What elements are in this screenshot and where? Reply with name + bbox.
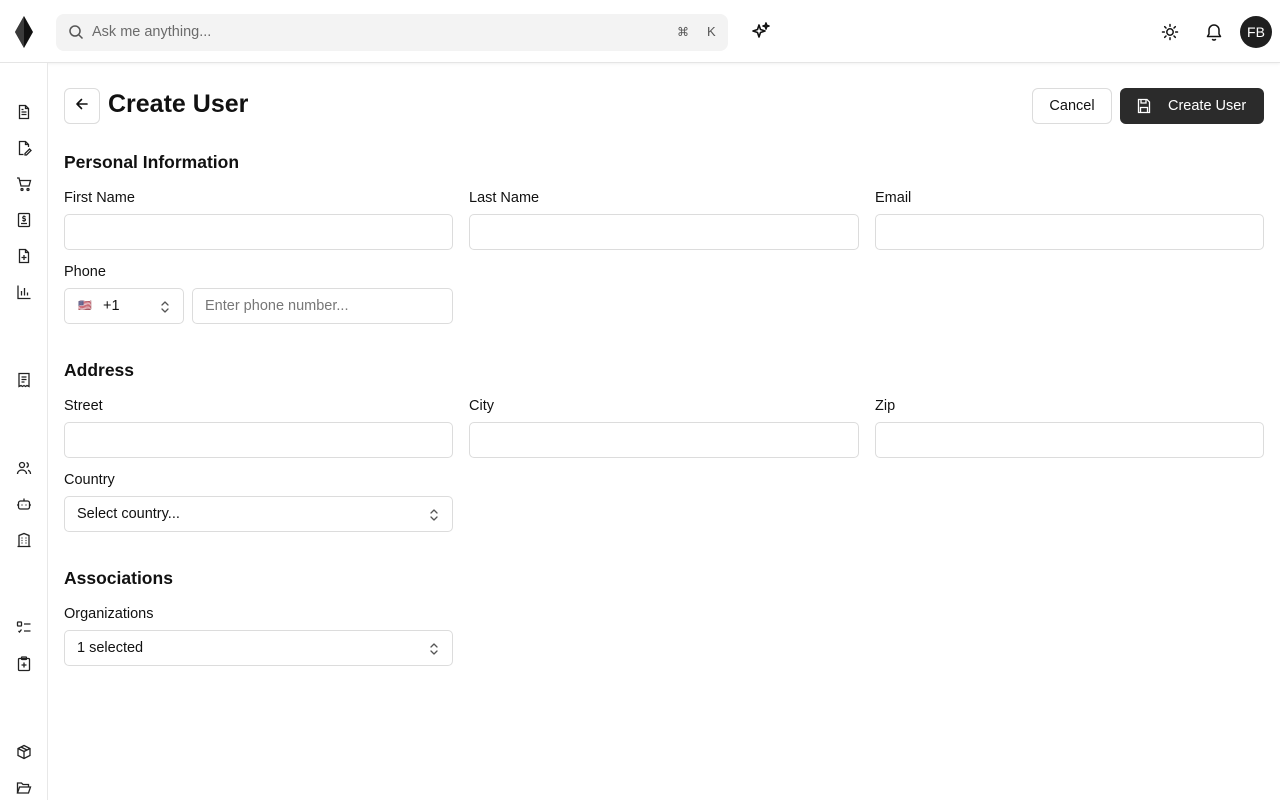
phone-number-placeholder: Enter phone number... xyxy=(205,298,349,314)
document-edit-icon[interactable] xyxy=(16,140,32,156)
country-select[interactable]: Select country... xyxy=(64,496,453,532)
first-name-label: First Name xyxy=(64,190,135,206)
organizations-label: Organizations xyxy=(64,606,154,622)
page-title: Create User xyxy=(108,90,249,118)
ai-sparkle-icon[interactable] xyxy=(751,21,771,41)
user-avatar[interactable]: FB xyxy=(1240,16,1272,48)
search-icon xyxy=(68,24,84,40)
bar-chart-icon[interactable] xyxy=(16,284,32,300)
search-bar[interactable]: Ask me anything... ⌘ K xyxy=(56,14,728,51)
phone-number-input[interactable]: Enter phone number... xyxy=(192,288,453,324)
document-icon[interactable] xyxy=(16,104,32,120)
last-name-label: Last Name xyxy=(469,190,540,206)
create-user-label: Create User xyxy=(1168,98,1247,114)
organizations-select[interactable]: 1 selected xyxy=(64,630,453,666)
save-icon xyxy=(1136,98,1152,114)
bell-icon[interactable] xyxy=(1205,22,1223,42)
chevron-up-down-icon xyxy=(428,642,440,656)
street-input[interactable] xyxy=(64,422,453,458)
checklist-icon[interactable] xyxy=(16,620,32,636)
invoice-icon[interactable] xyxy=(16,212,32,228)
package-icon[interactable] xyxy=(16,744,32,760)
sidebar xyxy=(0,63,48,800)
sun-icon[interactable] xyxy=(1160,22,1180,42)
first-name-input[interactable] xyxy=(64,214,453,250)
organizations-value: 1 selected xyxy=(77,640,144,656)
country-placeholder: Select country... xyxy=(77,506,180,522)
folder-open-icon[interactable] xyxy=(16,780,32,796)
country-label: Country xyxy=(64,472,115,488)
create-user-button[interactable]: Create User xyxy=(1120,88,1264,124)
bot-icon[interactable] xyxy=(16,496,32,512)
city-input[interactable] xyxy=(469,422,859,458)
chevron-up-down-icon xyxy=(159,300,171,314)
us-flag-icon: 🇺🇸 xyxy=(78,300,92,312)
phone-label: Phone xyxy=(64,264,106,280)
shortcut-key: K xyxy=(707,24,716,39)
email-label: Email xyxy=(875,190,912,206)
last-name-input[interactable] xyxy=(469,214,859,250)
street-label: Street xyxy=(64,398,103,414)
clipboard-plus-icon[interactable] xyxy=(16,656,32,672)
users-icon[interactable] xyxy=(16,460,32,476)
arrow-left-icon xyxy=(75,97,89,116)
building-icon[interactable] xyxy=(16,532,32,548)
zip-input[interactable] xyxy=(875,422,1264,458)
shortcut-modifier: ⌘ xyxy=(677,25,689,39)
back-button[interactable] xyxy=(64,88,100,124)
cart-icon[interactable] xyxy=(16,176,32,192)
associations-title: Associations xyxy=(64,568,173,588)
personal-info-title: Personal Information xyxy=(64,152,240,172)
logo-icon[interactable] xyxy=(14,16,34,48)
city-label: City xyxy=(469,398,494,414)
phone-country-code: +1 xyxy=(103,298,120,314)
phone-country-select[interactable]: 🇺🇸 +1 xyxy=(64,288,184,324)
receipt-icon[interactable] xyxy=(16,372,32,388)
zip-label: Zip xyxy=(875,398,896,414)
search-placeholder: Ask me anything... xyxy=(92,24,212,40)
address-title: Address xyxy=(64,360,135,380)
email-input[interactable] xyxy=(875,214,1264,250)
cancel-button[interactable]: Cancel xyxy=(1032,88,1112,124)
chevron-up-down-icon xyxy=(428,508,440,522)
top-bar: Ask me anything... ⌘ K FB xyxy=(0,0,1280,63)
file-plus-icon[interactable] xyxy=(16,248,32,264)
